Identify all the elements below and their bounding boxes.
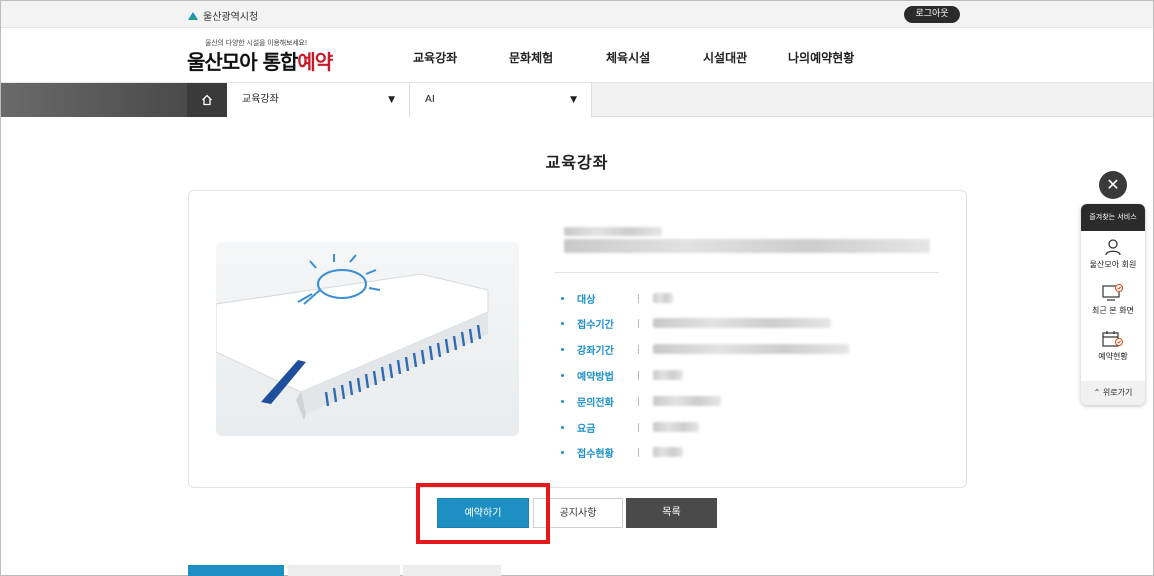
bullet	[561, 321, 564, 325]
main-nav: 교육강좌 문화체험 체육시설 시설대관 나의예약현황	[413, 49, 854, 66]
nav-item-culture[interactable]: 문화체험	[509, 49, 606, 66]
nav-item-my-reservations[interactable]: 나의예약현황	[788, 49, 854, 66]
info-row-course-period: 강좌기간	[561, 342, 849, 357]
divider	[555, 272, 939, 273]
quick-menu-label: 예약현황	[1098, 352, 1128, 361]
separator	[638, 396, 639, 406]
bullet	[561, 296, 564, 300]
course-card: 대상 접수기간 강좌기간 예약방법 문의전화 요금 접수현황	[188, 190, 967, 488]
info-value-redacted	[653, 344, 849, 354]
info-row-contact-phone: 문의전화	[561, 394, 721, 409]
info-label: 예약방법	[577, 371, 614, 383]
monitor-icon	[1102, 284, 1124, 301]
quick-menu-label: 최근 본 화면	[1092, 306, 1134, 315]
info-row-reservation-method: 예약방법	[561, 368, 683, 383]
quick-menu-item-reservations[interactable]: 예약현황	[1081, 323, 1145, 369]
scroll-top-label: 위로가기	[1102, 388, 1133, 397]
quick-menu: 즐겨찾는 서비스 울산모아 회원 최근 본 화면 예약현황 ⌃ 위로가기	[1081, 204, 1145, 405]
bullet	[561, 373, 564, 377]
info-row-target: 대상	[561, 291, 673, 306]
home-icon	[202, 94, 212, 106]
city-name: 울산광역시청	[203, 12, 259, 23]
home-button[interactable]	[187, 83, 227, 117]
logout-button[interactable]: 로그아웃	[904, 6, 960, 23]
logo-accent-text: 예약	[297, 50, 333, 74]
breadcrumb: 교육강좌 ▼ AI ▼	[1, 83, 1153, 117]
nav-item-sports[interactable]: 체육시설	[606, 49, 703, 66]
calendar-icon	[1102, 331, 1124, 347]
category-select-value: 교육강좌	[242, 94, 279, 105]
bullet	[561, 450, 564, 454]
chevron-down-icon: ▼	[388, 95, 395, 105]
quick-menu-item-recent[interactable]: 최근 본 화면	[1081, 277, 1145, 323]
close-icon[interactable]: ✕	[1099, 171, 1127, 199]
separator	[638, 447, 639, 457]
bullet	[561, 425, 564, 429]
bullet	[561, 399, 564, 403]
quick-menu-label: 울산모아 회원	[1089, 260, 1137, 269]
separator	[638, 422, 639, 432]
nav-item-rental[interactable]: 시설대관	[703, 49, 788, 66]
tab-1[interactable]	[188, 565, 284, 576]
chevron-up-icon: ⌃	[1093, 388, 1101, 397]
separator	[638, 370, 639, 380]
city-logo-icon	[188, 11, 198, 20]
separator	[638, 344, 639, 354]
scroll-top-button[interactable]: ⌃ 위로가기	[1081, 381, 1145, 405]
info-row-application-period: 접수기간	[561, 316, 831, 331]
bullet	[561, 347, 564, 351]
course-title-redacted	[564, 238, 930, 257]
logo-main-text: 울산모아 통합	[187, 50, 298, 74]
quick-menu-item-member[interactable]: 울산모아 회원	[1081, 231, 1145, 277]
chevron-down-icon: ▼	[570, 95, 577, 105]
separator	[638, 293, 639, 303]
person-icon	[1105, 239, 1121, 256]
category-select[interactable]: 교육강좌 ▼	[227, 83, 410, 117]
separator	[638, 318, 639, 328]
info-label: 접수현황	[577, 448, 614, 460]
info-label: 요금	[577, 423, 596, 435]
page-title: 교육강좌	[545, 153, 609, 172]
info-value-redacted	[653, 422, 699, 432]
top-utility-bar: 울산광역시청 로그아웃	[1, 1, 1153, 28]
nav-item-education[interactable]: 교육강좌	[413, 49, 509, 66]
info-label: 접수기간	[577, 319, 614, 331]
info-row-fee: 요금	[561, 420, 699, 435]
info-label: 문의전화	[577, 397, 614, 409]
info-label: 대상	[577, 294, 596, 306]
filter-select-value: AI	[425, 94, 435, 105]
info-value-redacted	[653, 293, 673, 303]
filter-select[interactable]: AI ▼	[410, 83, 592, 117]
info-value-redacted	[653, 318, 831, 328]
info-value-redacted	[653, 447, 683, 457]
info-row-application-status: 접수현황	[561, 445, 683, 460]
site-header: 울산의 다양한 시설을 이용해보세요! 울산모아 통합예약 교육강좌 문화체험 …	[1, 29, 1153, 83]
info-value-redacted	[653, 396, 721, 406]
breadcrumb-band	[1, 83, 187, 117]
site-logo[interactable]: 울산모아 통합예약	[187, 46, 333, 75]
info-label: 강좌기간	[577, 345, 614, 357]
list-button[interactable]: 목록	[626, 498, 717, 528]
book-lightbulb-illustration	[216, 254, 489, 420]
tab-2[interactable]	[288, 565, 400, 576]
info-value-redacted	[653, 370, 683, 380]
highlight-box	[416, 483, 550, 544]
quick-menu-title: 즐겨찾는 서비스	[1081, 204, 1145, 231]
tab-3[interactable]	[403, 565, 501, 576]
course-thumbnail	[216, 242, 519, 436]
city-link[interactable]: 울산광역시청	[187, 8, 258, 23]
